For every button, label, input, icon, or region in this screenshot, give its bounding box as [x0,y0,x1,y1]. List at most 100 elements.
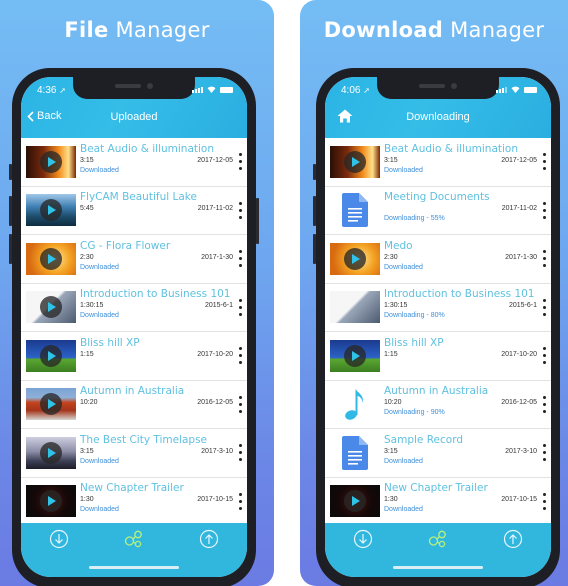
list-item[interactable]: Medo 2:30 Downloaded 2017-1-30 [325,235,551,284]
play-icon[interactable] [40,199,62,222]
play-icon[interactable] [344,490,366,513]
video-thumbnail[interactable] [26,485,76,518]
more-options-icon[interactable] [541,250,547,268]
nav-title: Downloading [406,111,470,123]
item-info: The Best City Timelapse 3:15 Downloaded … [80,433,235,473]
item-title[interactable]: Sample Record [384,433,539,447]
list-item[interactable]: New Chapter Trailer 1:30 Downloaded 2017… [21,478,247,524]
more-options-icon[interactable] [541,298,547,316]
video-thumbnail[interactable] [330,339,380,372]
video-thumbnail[interactable] [330,145,380,178]
list-item[interactable]: FlyCAM Beautiful Lake 5:45 2017-11-02 [21,187,247,235]
item-title[interactable]: Beat Audio & illumination [384,142,539,156]
more-options-icon[interactable] [541,201,547,219]
item-title[interactable]: Introduction to Business 101 [384,287,539,301]
video-thumbnail[interactable] [330,242,380,275]
list-item[interactable]: Sample Record 3:15 Downloaded 2017-3-10 [325,429,551,478]
item-info: Introduction to Business 101 1:30:15 Dow… [384,287,539,327]
download-manager-panel: Download Manager 4:06 ➚ Downloading Beat… [300,0,568,586]
play-icon[interactable] [40,490,62,513]
upload-circle-icon[interactable] [199,529,219,549]
item-date: 2015-6-1 [508,302,537,310]
item-info: CG - Flora Flower 2:30 Downloaded 2017-1… [80,239,235,279]
item-title[interactable]: Beat Audio & illumination [80,142,235,156]
more-options-icon[interactable] [237,492,243,510]
item-title[interactable]: The Best City Timelapse [80,433,235,447]
item-title[interactable]: New Chapter Trailer [80,481,235,495]
more-options-icon[interactable] [541,153,547,171]
video-thumbnail[interactable] [26,194,76,227]
list-item[interactable]: The Best City Timelapse 3:15 Downloaded … [21,429,247,478]
list-item[interactable]: Meeting Documents Downloading - 55% 2017… [325,187,551,235]
more-options-icon[interactable] [541,347,547,365]
item-date: 2016-12-05 [197,399,233,407]
list-item[interactable]: Introduction to Business 101 1:30:15 Dow… [21,284,247,332]
video-thumbnail[interactable] [26,145,76,178]
play-icon[interactable] [40,296,62,319]
item-info: Beat Audio & illumination 3:15 Downloade… [80,142,235,182]
play-icon[interactable] [40,441,62,464]
item-info: FlyCAM Beautiful Lake 5:45 2017-11-02 [80,190,235,230]
more-options-icon[interactable] [237,347,243,365]
item-date: 2017-1-30 [505,253,537,261]
item-title[interactable]: Introduction to Business 101 [80,287,235,301]
download-circle-icon[interactable] [353,529,373,549]
more-options-icon[interactable] [541,444,547,462]
list-item[interactable]: Autumn in Australia 10:20 2016-12-05 [21,381,247,429]
more-options-icon[interactable] [541,395,547,413]
list-item[interactable]: Autumn in Australia 10:20 Downloading - … [325,381,551,429]
item-title[interactable]: Bliss hill XP [80,336,235,350]
upload-circle-icon[interactable] [503,529,523,549]
more-options-icon[interactable] [541,492,547,510]
play-icon[interactable] [40,247,62,270]
item-title[interactable]: Autumn in Australia [80,384,235,398]
item-info: Bliss hill XP 1:15 2017-10-20 [80,336,235,376]
download-circle-icon[interactable] [49,529,69,549]
item-title[interactable]: Bliss hill XP [384,336,539,350]
list-item[interactable]: CG - Flora Flower 2:30 Downloaded 2017-1… [21,235,247,284]
item-title[interactable]: Medo [384,239,539,253]
play-icon[interactable] [344,344,366,367]
list-item[interactable]: Beat Audio & illumination 3:15 Downloade… [21,138,247,187]
more-options-icon[interactable] [237,395,243,413]
list-item[interactable]: Bliss hill XP 1:15 2017-10-20 [21,332,247,381]
more-options-icon[interactable] [237,444,243,462]
more-options-icon[interactable] [237,298,243,316]
list-item[interactable]: Bliss hill XP 1:15 2017-10-20 [325,332,551,381]
video-thumbnail[interactable] [26,242,76,275]
item-title[interactable]: CG - Flora Flower [80,239,235,253]
play-icon[interactable] [40,150,62,173]
home-indicator[interactable] [393,566,483,569]
list-item[interactable]: Introduction to Business 101 1:30:15 Dow… [325,284,551,332]
play-icon[interactable] [40,393,62,416]
video-thumbnail[interactable] [26,436,76,469]
play-icon[interactable] [344,150,366,173]
more-options-icon[interactable] [237,201,243,219]
list-item[interactable]: New Chapter Trailer 1:30 Downloaded 2017… [325,478,551,524]
more-options-icon[interactable] [237,153,243,171]
video-thumbnail[interactable] [330,291,380,324]
volume-down-button [313,234,316,264]
item-title[interactable]: Meeting Documents [384,190,539,204]
item-date: 2017-11-02 [197,205,233,213]
download-list: Beat Audio & illumination 3:15 Downloade… [325,138,551,523]
item-status: Downloaded [384,263,423,271]
share-nodes-icon[interactable] [428,529,448,549]
home-indicator[interactable] [89,566,179,569]
item-date: 2017-3-10 [201,447,233,455]
play-icon[interactable] [40,344,62,367]
list-item[interactable]: Beat Audio & illumination 3:15 Downloade… [325,138,551,187]
item-title[interactable]: FlyCAM Beautiful Lake [80,190,235,204]
panel-headline: Download Manager [300,18,568,42]
share-nodes-icon[interactable] [124,529,144,549]
video-thumbnail[interactable] [26,388,76,421]
item-title[interactable]: Autumn in Australia [384,384,539,398]
video-thumbnail[interactable] [26,291,76,324]
battery-icon [220,87,233,93]
item-date: 2017-1-30 [201,253,233,261]
more-options-icon[interactable] [237,250,243,268]
video-thumbnail[interactable] [330,485,380,518]
play-icon[interactable] [344,247,366,270]
video-thumbnail[interactable] [26,339,76,372]
item-title[interactable]: New Chapter Trailer [384,481,539,495]
